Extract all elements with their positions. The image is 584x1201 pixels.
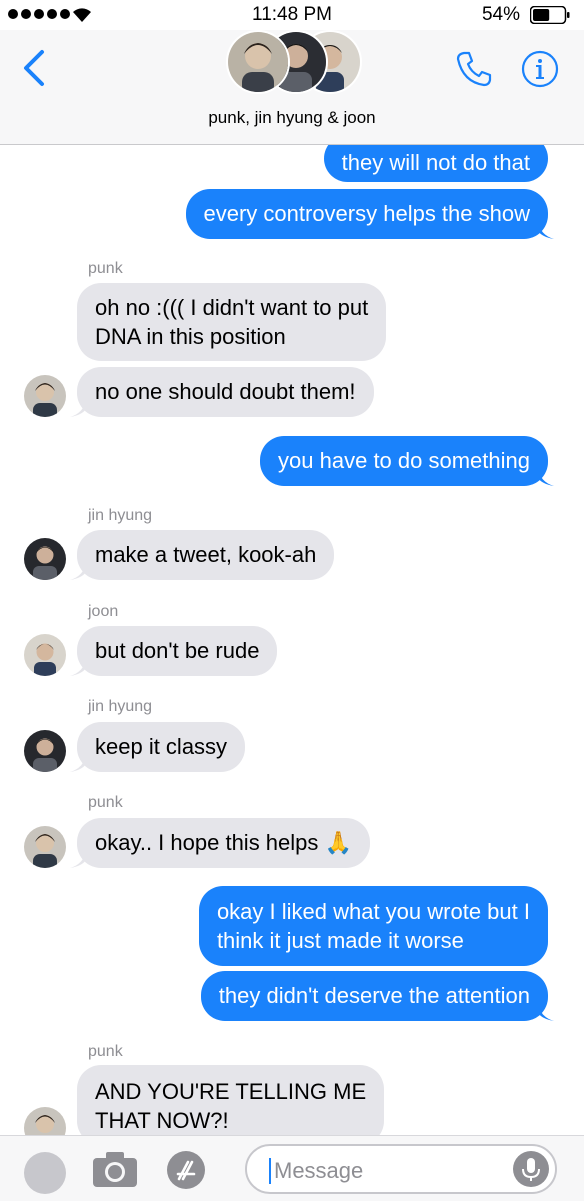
camera-icon[interactable] (92, 1150, 138, 1188)
sender-name: punk (88, 1043, 123, 1060)
battery-icon (530, 6, 570, 24)
conversation-header: punk, jin hyung & joon (0, 30, 584, 145)
back-chevron-icon[interactable] (20, 48, 48, 88)
group-avatars[interactable] (226, 30, 366, 100)
sender-name: punk (88, 794, 123, 811)
avatar-jin-hyung[interactable] (24, 730, 66, 772)
avatar-punk (226, 30, 290, 94)
bubble-tail (538, 1003, 554, 1021)
message-bubble-outgoing[interactable]: you have to do something (260, 436, 548, 486)
status-bar: 11:48 PM 54% (0, 0, 584, 30)
avatar-punk[interactable] (24, 1107, 66, 1135)
phone-icon[interactable] (455, 50, 493, 88)
message-bubble-outgoing[interactable]: they will not do that (323, 145, 548, 182)
avatar-punk[interactable] (24, 375, 66, 417)
bubble-tail (70, 658, 86, 676)
apps-button[interactable] (24, 1152, 66, 1194)
bubble-tail (70, 850, 86, 868)
compose-bar: Message (0, 1135, 584, 1201)
sender-name: jin hyung (88, 698, 153, 715)
text-caret (269, 1158, 271, 1184)
message-bubble-outgoing[interactable]: okay I liked what you wrote but I think … (198, 886, 548, 966)
bubble-tail (70, 562, 86, 580)
message-bubble-incoming[interactable]: AND YOU'RE TELLING ME THAT NOW?! (77, 1065, 385, 1135)
message-bubble-incoming[interactable]: keep it classy (77, 722, 246, 772)
microphone-button[interactable] (513, 1151, 549, 1187)
bubble-tail (538, 468, 554, 486)
message-bubble-outgoing[interactable]: they didn't deserve the attention (200, 971, 548, 1021)
message-bubble-incoming[interactable]: oh no :((( I didn't want to put DNA in t… (77, 283, 387, 361)
app-store-icon[interactable] (166, 1150, 206, 1190)
avatar-jin-hyung[interactable] (24, 538, 66, 580)
message-list[interactable]: they will not do that every controversy … (0, 145, 584, 1135)
avatar-punk[interactable] (24, 826, 66, 868)
message-placeholder: Message (274, 1158, 364, 1183)
message-bubble-incoming[interactable]: okay.. I hope this helps 🙏 (77, 818, 370, 868)
bubble-tail (538, 221, 554, 239)
message-bubble-incoming[interactable]: make a tweet, kook-ah (77, 530, 335, 580)
info-icon[interactable] (521, 50, 559, 88)
message-input[interactable]: Message (245, 1144, 557, 1194)
sender-name: punk (88, 260, 123, 277)
bubble-tail (70, 399, 86, 417)
battery-percent: 54% (481, 4, 520, 25)
message-bubble-incoming[interactable]: no one should doubt them! (77, 367, 374, 417)
message-bubble-incoming[interactable]: but don't be rude (77, 626, 278, 676)
avatar-joon[interactable] (24, 634, 66, 676)
sender-name: jin hyung (88, 507, 153, 524)
microphone-icon (522, 1158, 540, 1181)
message-bubble-outgoing[interactable]: every controversy helps the show (185, 189, 548, 239)
group-title[interactable]: punk, jin hyung & joon (0, 108, 584, 128)
bubble-tail (70, 754, 86, 772)
sender-name: joon (88, 603, 119, 620)
